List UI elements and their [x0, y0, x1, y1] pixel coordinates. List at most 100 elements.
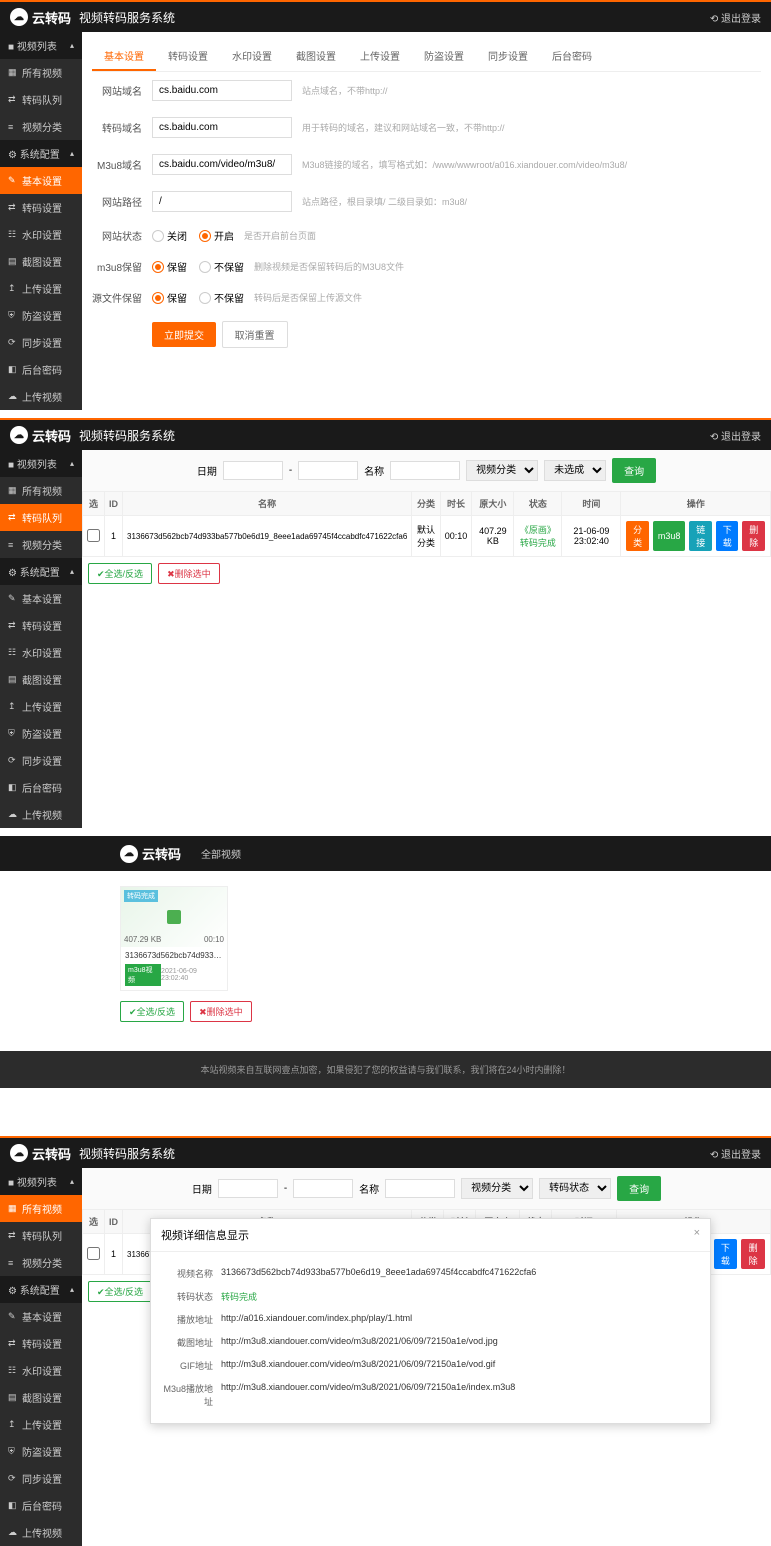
sidebar-item-security[interactable]: ⛨防盗设置 [0, 1438, 82, 1465]
sidebar-item-upload-video[interactable]: ☁上传视频 [0, 801, 82, 828]
sidebar-item-backend[interactable]: ◧后台密码 [0, 356, 82, 383]
select-all-button[interactable]: ✔全选/反选 [88, 1281, 152, 1302]
sidebar-item-queue[interactable]: ⇄转码队列 [0, 1222, 82, 1249]
sidebar-item-upload-video[interactable]: ☁上传视频 [0, 1519, 82, 1546]
sidebar-item-upload[interactable]: ↥上传设置 [0, 1411, 82, 1438]
sidebar-item-watermark[interactable]: ☷水印设置 [0, 221, 82, 248]
filter-name-input[interactable] [385, 1179, 455, 1198]
tab-sync[interactable]: 同步设置 [476, 42, 540, 71]
action-cat-button[interactable]: 分类 [626, 521, 649, 551]
tab-upload[interactable]: 上传设置 [348, 42, 412, 71]
action-down-button[interactable]: 下载 [716, 521, 739, 551]
sidebar-item-category[interactable]: ≡视频分类 [0, 113, 82, 140]
filter-category-select[interactable]: 视频分类 [466, 460, 538, 481]
sidebar-item-all-videos[interactable]: ▦所有视频 [0, 1195, 82, 1222]
delete-selected-button[interactable]: ✖删除选中 [158, 563, 220, 584]
search-button[interactable]: 查询 [612, 458, 656, 483]
search-button[interactable]: 查询 [617, 1176, 661, 1201]
radio-status-off[interactable]: 关闭 [152, 228, 187, 243]
tab-watermark[interactable]: 水印设置 [220, 42, 284, 71]
filter-category-select[interactable]: 视频分类 [461, 1178, 533, 1199]
sidebar-item-upload[interactable]: ↥上传设置 [0, 275, 82, 302]
nav-all-videos[interactable]: 全部视频 [201, 846, 241, 861]
input-site-domain[interactable] [152, 80, 292, 101]
radio-source-nokeep[interactable]: 不保留 [199, 290, 244, 305]
action-down-button[interactable]: 下载 [714, 1239, 738, 1269]
logout-link[interactable]: ⟲ 退出登录 [710, 10, 761, 25]
sidebar-group-video[interactable]: ■ 视频列表▴ [0, 1168, 82, 1195]
input-transcode-domain[interactable] [152, 117, 292, 138]
sidebar-item-watermark[interactable]: ☷水印设置 [0, 639, 82, 666]
input-m3u8-domain[interactable] [152, 154, 292, 175]
action-del-button[interactable]: 删除 [742, 521, 765, 551]
sidebar-group-config[interactable]: ⚙ 系统配置▴ [0, 558, 82, 585]
filter-bar: 日期 - 名称 视频分类 转码状态 查询 [82, 1168, 771, 1209]
sidebar-item-basic[interactable]: ✎基本设置 [0, 1303, 82, 1330]
sidebar-item-basic[interactable]: ✎基本设置 [0, 167, 82, 194]
sidebar-item-queue[interactable]: ⇄转码队列 [0, 86, 82, 113]
filter-date-from[interactable] [218, 1179, 278, 1198]
video-card[interactable]: 转码完成 407.29 KB 00:10 3136673d562bcb74d93… [120, 886, 228, 991]
sidebar-item-security[interactable]: ⛨防盗设置 [0, 720, 82, 747]
sidebar-item-category[interactable]: ≡视频分类 [0, 531, 82, 558]
filter-date-from[interactable] [223, 461, 283, 480]
close-icon[interactable]: × [694, 1227, 700, 1243]
radio-m3u8-keep[interactable]: 保留 [152, 259, 187, 274]
mlabel-status: 转码状态 [161, 1290, 221, 1303]
filter-date-to[interactable] [298, 461, 358, 480]
delete-selected-button[interactable]: ✖删除选中 [190, 1001, 252, 1022]
radio-source-keep[interactable]: 保留 [152, 290, 187, 305]
mval-name: 3136673d562bcb74d933ba577b0e6d19_8eee1ad… [221, 1267, 536, 1280]
logout-link[interactable]: ⟲ 退出登录 [710, 428, 761, 443]
sidebar: ■ 视频列表▴ ▦所有视频 ⇄转码队列 ≡视频分类 ⚙ 系统配置▴ ✎基本设置 … [0, 32, 82, 410]
sidebar-item-transcode[interactable]: ⇄转码设置 [0, 612, 82, 639]
sidebar-group-config[interactable]: ⚙ 系统配置▴ [0, 140, 82, 167]
radio-status-on[interactable]: 开启 [199, 228, 234, 243]
sidebar-item-backend[interactable]: ◧后台密码 [0, 774, 82, 801]
radio-m3u8-nokeep[interactable]: 不保留 [199, 259, 244, 274]
sidebar-item-screenshot[interactable]: ▤截图设置 [0, 248, 82, 275]
sidebar-item-sync[interactable]: ⟳同步设置 [0, 747, 82, 774]
sidebar-item-category[interactable]: ≡视频分类 [0, 1249, 82, 1276]
sidebar-item-basic[interactable]: ✎基本设置 [0, 585, 82, 612]
tab-security[interactable]: 防盗设置 [412, 42, 476, 71]
sidebar-item-transcode[interactable]: ⇄转码设置 [0, 1330, 82, 1357]
sidebar-item-upload[interactable]: ↥上传设置 [0, 693, 82, 720]
submit-button[interactable]: 立即提交 [152, 322, 216, 347]
sidebar-item-backend[interactable]: ◧后台密码 [0, 1492, 82, 1519]
filter-status-select[interactable]: 转码状态 [539, 1178, 611, 1199]
sidebar-group-video[interactable]: ■ 视频列表▴ [0, 450, 82, 477]
tab-screenshot[interactable]: 截图设置 [284, 42, 348, 71]
action-m3u8-button[interactable]: m3u8 [653, 521, 686, 551]
sidebar-item-screenshot[interactable]: ▤截图设置 [0, 666, 82, 693]
mval-status: 转码完成 [221, 1290, 257, 1303]
select-all-button[interactable]: ✔全选/反选 [120, 1001, 184, 1022]
select-all-button[interactable]: ✔全选/反选 [88, 563, 152, 584]
th-category: 分类 [412, 492, 440, 516]
tab-backend[interactable]: 后台密码 [540, 42, 604, 71]
action-del-button[interactable]: 删除 [741, 1239, 765, 1269]
header-title: 视频转码服务系统 [79, 1145, 175, 1162]
reset-button[interactable]: 取消重置 [222, 321, 288, 348]
tab-transcode[interactable]: 转码设置 [156, 42, 220, 71]
sidebar-group-config[interactable]: ⚙ 系统配置▴ [0, 1276, 82, 1303]
filter-date-to[interactable] [293, 1179, 353, 1198]
sidebar-item-all-videos[interactable]: ▦所有视频 [0, 477, 82, 504]
logout-link[interactable]: ⟲ 退出登录 [710, 1146, 761, 1161]
sidebar-item-watermark[interactable]: ☷水印设置 [0, 1357, 82, 1384]
sidebar-item-sync[interactable]: ⟳同步设置 [0, 329, 82, 356]
action-link-button[interactable]: 链接 [689, 521, 712, 551]
sidebar-item-upload-video[interactable]: ☁上传视频 [0, 383, 82, 410]
filter-name-input[interactable] [390, 461, 460, 480]
row-checkbox[interactable] [87, 529, 100, 542]
row-checkbox[interactable] [87, 1247, 100, 1260]
sidebar-item-queue[interactable]: ⇄转码队列 [0, 504, 82, 531]
sidebar-item-security[interactable]: ⛨防盗设置 [0, 302, 82, 329]
sidebar-item-all-videos[interactable]: ▦所有视频 [0, 59, 82, 86]
input-site-path[interactable] [152, 191, 292, 212]
sidebar-group-video[interactable]: ■ 视频列表▴ [0, 32, 82, 59]
sidebar-item-transcode[interactable]: ⇄转码设置 [0, 194, 82, 221]
tab-basic[interactable]: 基本设置 [92, 42, 156, 71]
sidebar-item-sync[interactable]: ⟳同步设置 [0, 1465, 82, 1492]
filter-status-select[interactable]: 未选成 [544, 460, 606, 481]
